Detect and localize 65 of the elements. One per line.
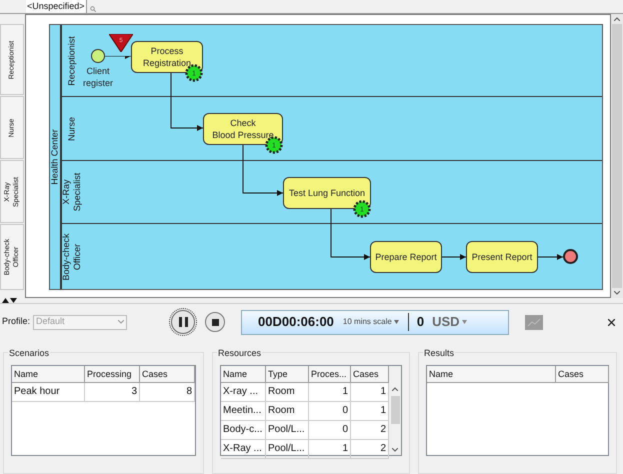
table-cell: X-Ray ... [221, 440, 266, 459]
table-cell: 0 [309, 402, 351, 421]
table-cell: 8 [140, 383, 195, 402]
splitter-arrows-icon[interactable] [2, 298, 18, 303]
column-header[interactable]: Name [427, 366, 556, 383]
caret-icon [118, 320, 124, 324]
table-cell: 0 [309, 421, 351, 440]
pool-header: Health Center [50, 25, 62, 289]
flow-arrow [538, 254, 564, 260]
caret-icon [462, 320, 467, 324]
group-title: Scenarios [8, 347, 50, 359]
table-cell: X-ray ... [221, 383, 266, 402]
group-title: Resources [217, 347, 262, 359]
caret-icon [394, 320, 399, 324]
stop-button[interactable] [205, 312, 226, 332]
table-cell: 3 [85, 383, 140, 402]
table-cell: Pool/L... [266, 440, 309, 459]
flow-arrow [330, 208, 370, 260]
scroll-thumb[interactable] [390, 396, 400, 424]
table-cell: Pool/L... [266, 421, 309, 440]
column-header[interactable]: Cases [556, 366, 609, 383]
start-event [91, 49, 105, 63]
column-header[interactable]: Processing [85, 366, 140, 383]
group-title: Results [423, 347, 456, 359]
currency-dropdown[interactable]: USD [432, 312, 460, 332]
lane-label: Body-check Officer [61, 232, 83, 282]
close-icon[interactable] [608, 318, 615, 326]
lane-label: Nurse [66, 116, 78, 143]
flow-arrow [442, 254, 466, 260]
column-header[interactable]: Cases [351, 366, 389, 383]
column-header[interactable]: Name [221, 366, 266, 383]
scroll-up-icon[interactable] [392, 387, 398, 391]
model-selector[interactable]: <Unspecified> [26, 0, 87, 13]
flow-arrow [105, 56, 132, 59]
column-header[interactable]: Name [12, 366, 85, 383]
table-cell: 1 [309, 440, 351, 459]
scrollbar[interactable] [611, 14, 623, 298]
table-cell: Room [266, 383, 309, 402]
scroll-up-icon[interactable] [614, 17, 620, 21]
table-cell: Body-c... [221, 421, 266, 440]
cost-value: 0 [416, 313, 424, 332]
table-cell: Room [266, 402, 309, 421]
column-header[interactable]: Proces... [309, 366, 351, 383]
flow-arrow [242, 144, 284, 196]
lane-label: Receptionist [66, 34, 78, 88]
column-header[interactable]: Cases [140, 366, 195, 383]
flow-arrow [170, 72, 204, 131]
table-cell: Peak hour [12, 383, 85, 402]
lane-label: X-Ray Specialist [61, 172, 83, 214]
pause-button[interactable] [171, 310, 196, 334]
scroll-thumb[interactable] [612, 24, 622, 288]
clock-time: 00D00:06:00 [258, 313, 334, 332]
profile-label: Profile: [2, 315, 30, 328]
task-node: Present Report [466, 241, 538, 273]
event-label: Client register [82, 65, 114, 89]
scroll-down-icon[interactable] [392, 448, 398, 452]
task-node: Prepare Report [370, 241, 442, 273]
scrollbar[interactable] [389, 366, 401, 455]
scroll-down-icon[interactable] [614, 291, 620, 295]
end-event [563, 249, 578, 264]
time-scale-dropdown[interactable]: 10 mins scale [342, 316, 392, 328]
column-header[interactable]: Type [266, 366, 309, 383]
table-cell: 1 [309, 383, 351, 402]
search-icon[interactable] [90, 6, 96, 12]
table-cell: Meetin... [221, 402, 266, 421]
